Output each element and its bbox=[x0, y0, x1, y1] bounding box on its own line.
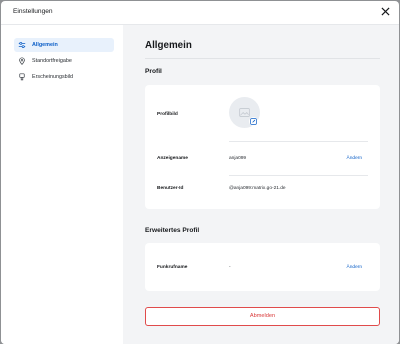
section-title-profil: Profil bbox=[145, 68, 162, 75]
avatar[interactable] bbox=[229, 97, 260, 128]
change-radio-name-link[interactable]: Ändern bbox=[347, 265, 362, 270]
sidebar-item-label: Standortfreigabe bbox=[32, 58, 72, 64]
user-id-row: Benutzer-Id @anja099:matrix.go-21.de bbox=[145, 176, 380, 209]
brush-icon bbox=[18, 73, 26, 81]
radio-name-row: Funkrufname - Ändern bbox=[145, 243, 380, 291]
logout-button[interactable]: Abmelden bbox=[145, 307, 380, 326]
settings-sidebar: Allgemein Standortfreigabe Erscheinungsb… bbox=[1, 25, 123, 344]
profile-card: Profilbild Anzeigename anja099 Ändern Be… bbox=[145, 85, 380, 209]
display-name-row: Anzeigename anja099 Ändern bbox=[145, 142, 380, 175]
user-id-label: Benutzer-Id bbox=[157, 186, 184, 191]
edit-avatar-icon[interactable] bbox=[249, 117, 258, 126]
avatar-label: Profilbild bbox=[157, 112, 178, 117]
sidebar-item-label: Allgemein bbox=[32, 42, 58, 48]
dialog-title: Einstellungen bbox=[13, 8, 53, 15]
change-display-name-link[interactable]: Ändern bbox=[347, 156, 362, 161]
location-pin-icon bbox=[18, 57, 26, 66]
sidebar-item-standortfreigabe[interactable]: Standortfreigabe bbox=[14, 54, 114, 68]
settings-dialog: Einstellungen Allgemein Standortfreigabe… bbox=[1, 1, 399, 344]
sliders-icon bbox=[18, 41, 26, 49]
close-icon[interactable] bbox=[379, 6, 391, 18]
page-title: Allgemein bbox=[145, 40, 192, 51]
display-name-value: anja099 bbox=[229, 156, 247, 161]
settings-content: Allgemein Profil Profilbild Anzeigename … bbox=[123, 25, 399, 344]
sidebar-item-erscheinungsbild[interactable]: Erscheinungsbild bbox=[14, 70, 114, 84]
radio-name-value: - bbox=[229, 265, 231, 270]
display-name-label: Anzeigename bbox=[157, 156, 188, 161]
title-divider bbox=[145, 58, 380, 59]
user-id-value: @anja099:matrix.go-21.de bbox=[229, 186, 286, 191]
avatar-row: Profilbild bbox=[145, 85, 380, 141]
sidebar-item-allgemein[interactable]: Allgemein bbox=[14, 38, 114, 52]
sidebar-item-label: Erscheinungsbild bbox=[32, 74, 74, 80]
section-title-erweitertes-profil: Erweitertes Profil bbox=[145, 227, 200, 234]
radio-name-label: Funkrufname bbox=[157, 265, 188, 270]
advanced-profile-card: Funkrufname - Ändern bbox=[145, 243, 380, 291]
dialog-header: Einstellungen bbox=[1, 1, 399, 25]
